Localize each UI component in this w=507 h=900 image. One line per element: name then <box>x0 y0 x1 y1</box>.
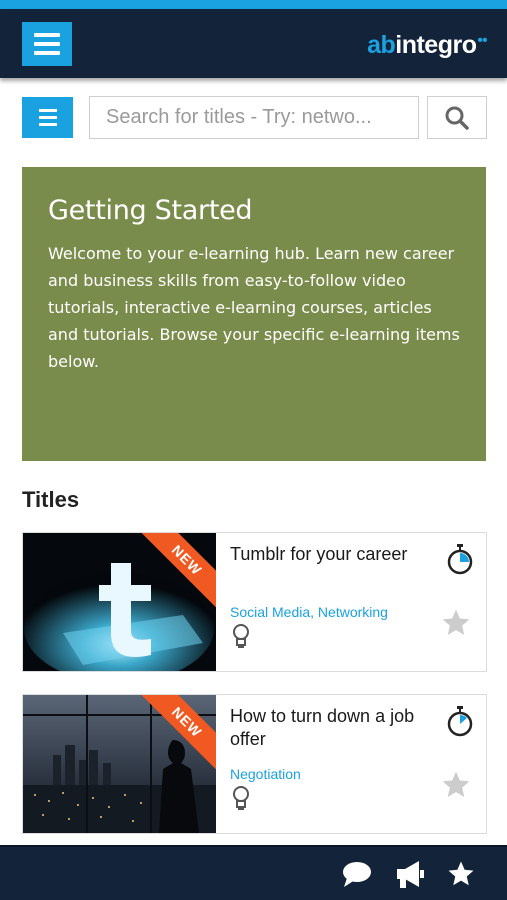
favorites-button[interactable] <box>444 857 478 891</box>
chat-icon <box>343 862 371 887</box>
chat-button[interactable] <box>340 857 374 891</box>
star-icon <box>448 861 474 886</box>
favorite-star-icon[interactable] <box>440 769 472 801</box>
card-thumbnail[interactable]: NEW <box>23 533 216 671</box>
bottom-nav-bar <box>0 845 507 900</box>
card-thumbnail[interactable]: NEW <box>23 695 216 833</box>
timer-icon <box>447 544 473 575</box>
lightbulb-icon <box>233 786 249 810</box>
app-header: abintegro•• <box>0 9 507 78</box>
search-input[interactable] <box>89 96 419 139</box>
main-menu-button[interactable] <box>22 22 72 66</box>
card-title[interactable]: How to turn down a job offer <box>230 705 440 751</box>
card-title[interactable]: Tumblr for your career <box>230 543 440 566</box>
top-accent-stripe <box>0 0 507 9</box>
megaphone-icon <box>397 861 424 888</box>
search-button[interactable] <box>427 96 487 139</box>
announcements-button[interactable] <box>393 857 427 891</box>
lightbulb-icon <box>233 624 249 648</box>
filter-menu-button[interactable] <box>22 97 73 138</box>
section-title: Titles <box>22 487 80 512</box>
card-tags[interactable]: Social Media, Networking <box>230 604 388 620</box>
search-bar <box>0 95 507 139</box>
timer-icon <box>447 706 473 737</box>
title-card[interactable]: NEW How to turn down a job offer Negotia… <box>22 694 487 834</box>
abintegro-logo[interactable]: abintegro•• <box>367 31 487 60</box>
getting-started-panel: Getting Started Welcome to your e-learni… <box>22 167 486 461</box>
card-tags[interactable]: Negotiation <box>230 766 301 782</box>
list-icon <box>38 109 57 112</box>
hero-description: Welcome to your e-learning hub. Learn ne… <box>48 244 460 371</box>
favorite-star-icon[interactable] <box>440 607 472 639</box>
title-card[interactable]: NEW Tumblr for your career Social Media,… <box>22 532 487 672</box>
search-icon <box>445 106 469 130</box>
hero-title: Getting Started <box>48 195 253 226</box>
hamburger-icon <box>34 33 60 37</box>
